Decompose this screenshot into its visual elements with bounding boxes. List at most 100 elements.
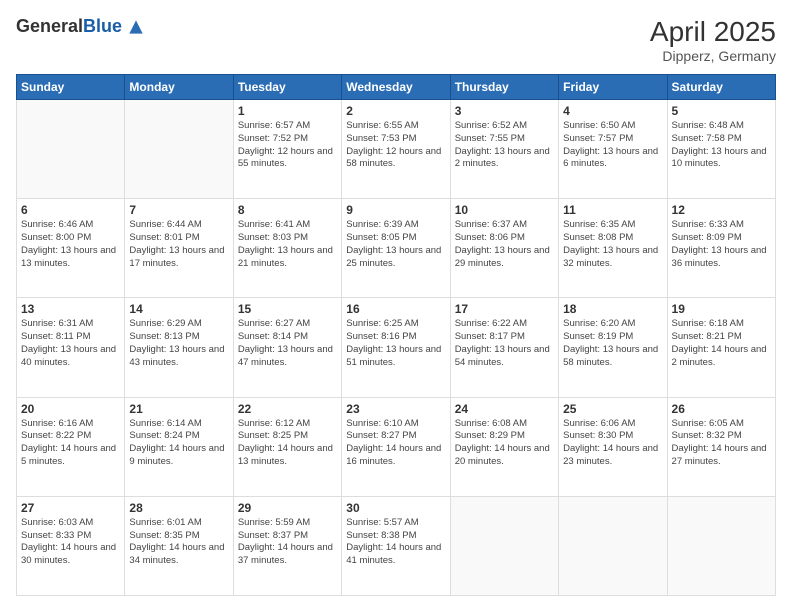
logo-general: General xyxy=(16,16,83,36)
title-block: April 2025 Dipperz, Germany xyxy=(650,16,776,64)
calendar-cell xyxy=(125,100,233,199)
day-number: 15 xyxy=(238,302,337,316)
calendar-cell: 17 Sunrise: 6:22 AM Sunset: 8:17 PM Dayli… xyxy=(450,298,558,397)
day-info: Sunrise: 6:10 AM Sunset: 8:27 PM Dayligh… xyxy=(346,418,445,469)
calendar-cell: 4 Sunrise: 6:50 AM Sunset: 7:57 PM Daylig… xyxy=(559,100,667,199)
calendar-day-header: Friday xyxy=(559,75,667,100)
day-info: Sunrise: 6:46 AM Sunset: 8:00 PM Dayligh… xyxy=(21,219,120,270)
day-info: Sunrise: 6:55 AM Sunset: 7:53 PM Dayligh… xyxy=(346,120,445,171)
day-number: 11 xyxy=(563,203,662,217)
day-info: Sunrise: 6:01 AM Sunset: 8:35 PM Dayligh… xyxy=(129,517,228,568)
day-number: 3 xyxy=(455,104,554,118)
day-info: Sunrise: 5:57 AM Sunset: 8:38 PM Dayligh… xyxy=(346,517,445,568)
calendar-cell: 24 Sunrise: 6:08 AM Sunset: 8:29 PM Dayli… xyxy=(450,397,558,496)
day-number: 12 xyxy=(672,203,771,217)
calendar-cell: 22 Sunrise: 6:12 AM Sunset: 8:25 PM Dayli… xyxy=(233,397,341,496)
logo-triangle-icon xyxy=(126,17,146,37)
day-info: Sunrise: 6:41 AM Sunset: 8:03 PM Dayligh… xyxy=(238,219,337,270)
calendar-cell xyxy=(559,496,667,595)
calendar-cell: 16 Sunrise: 6:25 AM Sunset: 8:16 PM Dayli… xyxy=(342,298,450,397)
day-number: 21 xyxy=(129,402,228,416)
calendar-cell: 12Sunrise: 6:33 AM Sunset: 8:09 PM Dayli… xyxy=(667,199,775,298)
day-info: Sunrise: 6:27 AM Sunset: 8:14 PM Dayligh… xyxy=(238,318,337,369)
calendar-cell: 3Sunrise: 6:52 AM Sunset: 7:55 PM Daylig… xyxy=(450,100,558,199)
day-info: Sunrise: 6:05 AM Sunset: 8:32 PM Dayligh… xyxy=(672,418,771,469)
calendar-cell xyxy=(450,496,558,595)
calendar-cell: 5 Sunrise: 6:48 AM Sunset: 7:58 PM Daylig… xyxy=(667,100,775,199)
day-number: 26 xyxy=(672,402,771,416)
page: GeneralBlue April 2025 Dipperz, Germany … xyxy=(0,0,792,612)
day-number: 17 xyxy=(455,302,554,316)
day-info: Sunrise: 6:18 AM Sunset: 8:21 PM Dayligh… xyxy=(672,318,771,369)
day-number: 23 xyxy=(346,402,445,416)
location: Dipperz, Germany xyxy=(650,48,776,64)
day-info: Sunrise: 6:20 AM Sunset: 8:19 PM Dayligh… xyxy=(563,318,662,369)
calendar-cell: 20Sunrise: 6:16 AM Sunset: 8:22 PM Dayli… xyxy=(17,397,125,496)
calendar-cell: 29 Sunrise: 5:59 AM Sunset: 8:37 PM Dayli… xyxy=(233,496,341,595)
calendar-cell: 26 Sunrise: 6:05 AM Sunset: 8:32 PM Dayli… xyxy=(667,397,775,496)
day-number: 19 xyxy=(672,302,771,316)
calendar-day-header: Tuesday xyxy=(233,75,341,100)
header: GeneralBlue April 2025 Dipperz, Germany xyxy=(16,16,776,64)
calendar-day-header: Saturday xyxy=(667,75,775,100)
logo-blue: Blue xyxy=(83,16,122,36)
day-number: 7 xyxy=(129,203,228,217)
day-number: 29 xyxy=(238,501,337,515)
calendar-cell: 7 Sunrise: 6:44 AM Sunset: 8:01 PM Daylig… xyxy=(125,199,233,298)
calendar-week-row: 6Sunrise: 6:46 AM Sunset: 8:00 PM Daylig… xyxy=(17,199,776,298)
day-info: Sunrise: 6:22 AM Sunset: 8:17 PM Dayligh… xyxy=(455,318,554,369)
day-number: 14 xyxy=(129,302,228,316)
calendar-day-header: Thursday xyxy=(450,75,558,100)
day-number: 24 xyxy=(455,402,554,416)
day-number: 8 xyxy=(238,203,337,217)
calendar-week-row: 20Sunrise: 6:16 AM Sunset: 8:22 PM Dayli… xyxy=(17,397,776,496)
day-info: Sunrise: 6:44 AM Sunset: 8:01 PM Dayligh… xyxy=(129,219,228,270)
calendar-cell: 21 Sunrise: 6:14 AM Sunset: 8:24 PM Dayli… xyxy=(125,397,233,496)
calendar-day-header: Monday xyxy=(125,75,233,100)
day-info: Sunrise: 6:37 AM Sunset: 8:06 PM Dayligh… xyxy=(455,219,554,270)
day-info: Sunrise: 6:31 AM Sunset: 8:11 PM Dayligh… xyxy=(21,318,120,369)
calendar-cell: 9 Sunrise: 6:39 AM Sunset: 8:05 PM Daylig… xyxy=(342,199,450,298)
calendar-cell: 10Sunrise: 6:37 AM Sunset: 8:06 PM Dayli… xyxy=(450,199,558,298)
calendar-cell: 18 Sunrise: 6:20 AM Sunset: 8:19 PM Dayli… xyxy=(559,298,667,397)
day-number: 30 xyxy=(346,501,445,515)
day-info: Sunrise: 6:12 AM Sunset: 8:25 PM Dayligh… xyxy=(238,418,337,469)
day-number: 2 xyxy=(346,104,445,118)
day-info: Sunrise: 6:29 AM Sunset: 8:13 PM Dayligh… xyxy=(129,318,228,369)
day-number: 25 xyxy=(563,402,662,416)
calendar-cell: 27 Sunrise: 6:03 AM Sunset: 8:33 PM Dayli… xyxy=(17,496,125,595)
calendar-cell: 14 Sunrise: 6:29 AM Sunset: 8:13 PM Dayli… xyxy=(125,298,233,397)
day-info: Sunrise: 5:59 AM Sunset: 8:37 PM Dayligh… xyxy=(238,517,337,568)
calendar-cell: 23 Sunrise: 6:10 AM Sunset: 8:27 PM Dayli… xyxy=(342,397,450,496)
day-info: Sunrise: 6:35 AM Sunset: 8:08 PM Dayligh… xyxy=(563,219,662,270)
day-info: Sunrise: 6:14 AM Sunset: 8:24 PM Dayligh… xyxy=(129,418,228,469)
calendar-week-row: 13 Sunrise: 6:31 AM Sunset: 8:11 PM Dayli… xyxy=(17,298,776,397)
day-number: 22 xyxy=(238,402,337,416)
calendar-cell: 2 Sunrise: 6:55 AM Sunset: 7:53 PM Daylig… xyxy=(342,100,450,199)
day-number: 27 xyxy=(21,501,120,515)
calendar-week-row: 27 Sunrise: 6:03 AM Sunset: 8:33 PM Dayli… xyxy=(17,496,776,595)
calendar-cell: 25Sunrise: 6:06 AM Sunset: 8:30 PM Dayli… xyxy=(559,397,667,496)
day-info: Sunrise: 6:03 AM Sunset: 8:33 PM Dayligh… xyxy=(21,517,120,568)
calendar-cell: 11 Sunrise: 6:35 AM Sunset: 8:08 PM Dayli… xyxy=(559,199,667,298)
calendar-week-row: 1Sunrise: 6:57 AM Sunset: 7:52 PM Daylig… xyxy=(17,100,776,199)
day-number: 13 xyxy=(21,302,120,316)
day-info: Sunrise: 6:08 AM Sunset: 8:29 PM Dayligh… xyxy=(455,418,554,469)
calendar-cell: 30 Sunrise: 5:57 AM Sunset: 8:38 PM Dayli… xyxy=(342,496,450,595)
calendar-cell xyxy=(667,496,775,595)
day-info: Sunrise: 6:25 AM Sunset: 8:16 PM Dayligh… xyxy=(346,318,445,369)
day-number: 5 xyxy=(672,104,771,118)
calendar-table: SundayMondayTuesdayWednesdayThursdayFrid… xyxy=(16,74,776,596)
day-number: 16 xyxy=(346,302,445,316)
day-info: Sunrise: 6:48 AM Sunset: 7:58 PM Dayligh… xyxy=(672,120,771,171)
day-number: 18 xyxy=(563,302,662,316)
day-info: Sunrise: 6:50 AM Sunset: 7:57 PM Dayligh… xyxy=(563,120,662,171)
calendar-cell: 6Sunrise: 6:46 AM Sunset: 8:00 PM Daylig… xyxy=(17,199,125,298)
calendar-day-header: Wednesday xyxy=(342,75,450,100)
day-number: 28 xyxy=(129,501,228,515)
day-number: 4 xyxy=(563,104,662,118)
day-info: Sunrise: 6:39 AM Sunset: 8:05 PM Dayligh… xyxy=(346,219,445,270)
day-number: 9 xyxy=(346,203,445,217)
calendar-day-header: Sunday xyxy=(17,75,125,100)
calendar-header-row: SundayMondayTuesdayWednesdayThursdayFrid… xyxy=(17,75,776,100)
